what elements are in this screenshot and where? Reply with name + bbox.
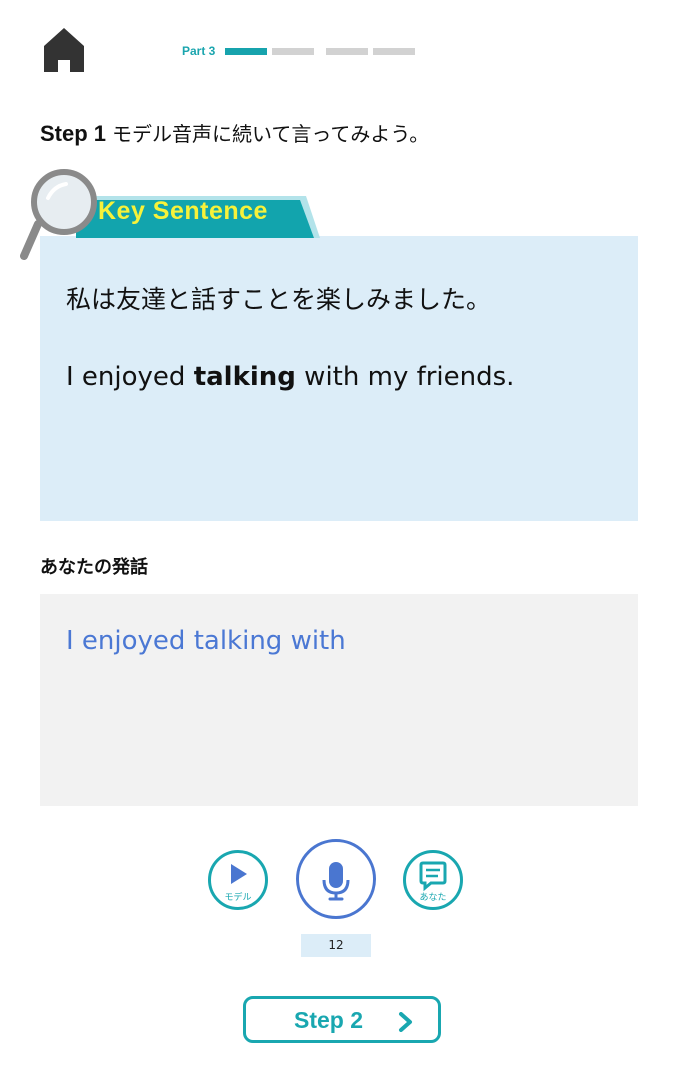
model-caption: モデル bbox=[224, 893, 252, 903]
you-playback-button[interactable]: あなた bbox=[403, 850, 463, 910]
progress-indicator: Part 3 bbox=[182, 44, 420, 58]
model-play-button[interactable]: モデル bbox=[208, 850, 268, 910]
speech-label: あなたの発話 bbox=[40, 557, 148, 578]
key-sentence-english: I enjoyed talking with my friends. bbox=[66, 362, 514, 392]
progress-segment bbox=[326, 47, 369, 55]
progress-segment bbox=[373, 47, 416, 55]
progress-segment bbox=[272, 47, 315, 55]
attempt-counter: 12 bbox=[301, 934, 371, 957]
key-sentence-label: Key Sentence bbox=[98, 197, 268, 225]
part-label: Part 3 bbox=[182, 44, 216, 58]
step-2-button[interactable]: Step 2 bbox=[243, 996, 441, 1043]
key-sentence-english-part: with my friends. bbox=[295, 362, 515, 392]
step-instruction: モデル音声に続いて言ってみよう。 bbox=[112, 122, 430, 146]
step-number: Step 1 bbox=[40, 121, 107, 146]
step-title: Step 1 モデル音声に続いて言ってみよう。 bbox=[40, 118, 429, 147]
you-caption: あなた bbox=[419, 893, 447, 903]
speech-text: I enjoyed talking with bbox=[66, 626, 346, 656]
key-sentence-japanese: 私は友達と話すことを楽しみました。 bbox=[66, 285, 492, 314]
step-2-label: Step 2 bbox=[294, 1007, 364, 1033]
magnifier-icon bbox=[20, 169, 97, 260]
home-icon[interactable] bbox=[40, 26, 88, 74]
microphone-icon bbox=[322, 862, 350, 901]
progress-segment bbox=[225, 47, 268, 55]
chevron-right-icon bbox=[399, 1012, 412, 1032]
microphone-button[interactable] bbox=[296, 839, 376, 919]
key-sentence-english-part: I enjoyed bbox=[66, 362, 194, 392]
key-sentence-highlight: talking bbox=[193, 362, 296, 392]
